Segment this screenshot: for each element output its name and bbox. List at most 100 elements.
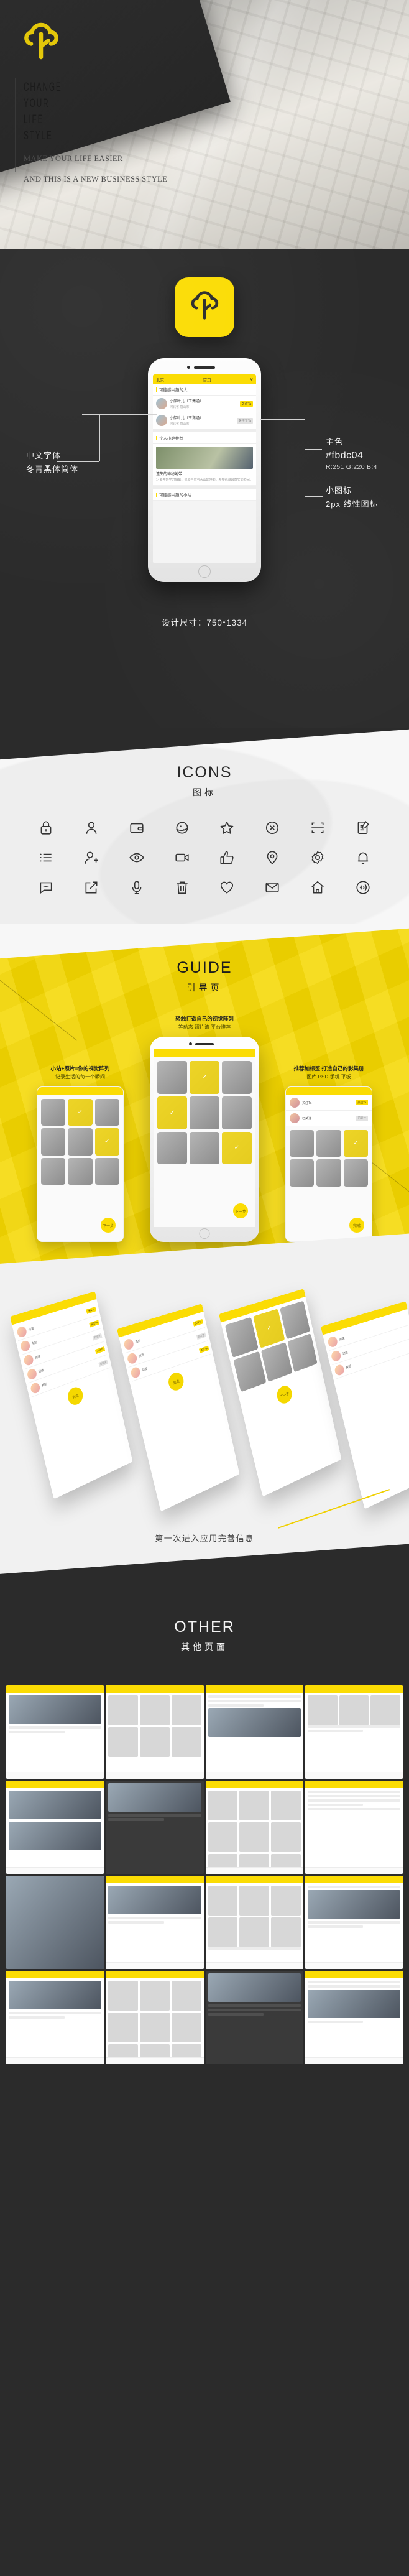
tile[interactable]	[171, 1695, 201, 1725]
tab[interactable]	[379, 1772, 403, 1779]
tile[interactable]	[343, 1159, 368, 1187]
tile[interactable]	[233, 1351, 267, 1392]
follow-button[interactable]: 关注Ta	[89, 1319, 99, 1327]
tile[interactable]	[290, 1130, 315, 1157]
tab[interactable]	[305, 1772, 329, 1779]
tab-bar[interactable]	[305, 1867, 403, 1874]
tab[interactable]	[6, 1868, 30, 1874]
tab[interactable]	[80, 1772, 104, 1779]
mail-icon[interactable]	[250, 879, 295, 896]
app-screen-thumb[interactable]	[6, 1876, 104, 1969]
next-button[interactable]: 下一步	[101, 1218, 116, 1233]
lock-icon[interactable]	[24, 820, 69, 836]
navbar-location[interactable]: 北京	[156, 376, 164, 382]
tile[interactable]	[280, 1300, 311, 1340]
list-icon[interactable]	[24, 850, 69, 866]
tab[interactable]	[230, 1963, 254, 1969]
tab[interactable]	[230, 1868, 254, 1874]
tab[interactable]	[106, 2058, 130, 2064]
app-screen-thumb[interactable]	[106, 1685, 204, 1779]
tab[interactable]	[55, 2058, 80, 2064]
tab[interactable]	[278, 1868, 303, 1874]
person-row[interactable]: 小船叶儿（王潇涵） 河北省 唐山市 关注了Ta	[153, 412, 256, 429]
tile[interactable]	[140, 2012, 170, 2042]
done-button[interactable]: 完成	[66, 1384, 85, 1407]
tile[interactable]	[343, 1130, 369, 1157]
tile[interactable]	[239, 1822, 269, 1852]
heart-icon[interactable]	[204, 879, 250, 896]
next-button[interactable]: 下一步	[275, 1383, 294, 1406]
add-user-icon[interactable]	[69, 850, 114, 866]
tab[interactable]	[179, 1963, 203, 1969]
tile[interactable]	[208, 1917, 238, 1947]
tab[interactable]	[106, 1963, 130, 1969]
person-row[interactable]: 小船叶儿（王潇涵） 河北省 唐山市 关注Ta	[153, 396, 256, 412]
tile[interactable]	[253, 1309, 285, 1348]
tile[interactable]	[171, 1726, 201, 1757]
tile[interactable]	[68, 1157, 93, 1185]
app-screen-thumb[interactable]	[305, 1971, 403, 2064]
tile[interactable]	[287, 1333, 318, 1373]
tile[interactable]	[290, 1159, 315, 1187]
tab[interactable]	[254, 1963, 278, 1969]
microphone-icon[interactable]	[114, 879, 160, 896]
tab-bar[interactable]	[205, 1867, 303, 1874]
tile[interactable]	[316, 1159, 341, 1187]
tile[interactable]	[271, 1791, 301, 1820]
crop-icon[interactable]	[295, 820, 341, 836]
app-screen-thumb[interactable]	[205, 1971, 303, 2064]
done-button[interactable]: 完成	[349, 1218, 364, 1233]
app-screen-thumb[interactable]	[305, 1781, 403, 1874]
tab-bar[interactable]	[106, 2057, 204, 2064]
tab[interactable]	[305, 1963, 329, 1969]
tab[interactable]	[329, 1868, 354, 1874]
tile[interactable]	[108, 1726, 138, 1757]
tab[interactable]	[80, 1868, 104, 1874]
tile[interactable]	[94, 1157, 119, 1185]
tab[interactable]	[55, 1868, 80, 1874]
follow-button[interactable]: 关注Ta	[193, 1318, 203, 1327]
tile[interactable]	[157, 1131, 187, 1165]
tile[interactable]	[239, 1791, 269, 1820]
thumbs-up-icon[interactable]	[204, 850, 250, 866]
tile[interactable]	[208, 1886, 238, 1916]
tab[interactable]	[354, 1868, 378, 1874]
phone-home-button[interactable]	[198, 565, 211, 578]
tab[interactable]	[6, 1772, 30, 1779]
tab[interactable]	[206, 1772, 230, 1779]
tab[interactable]	[55, 1772, 80, 1779]
tab[interactable]	[379, 2058, 403, 2064]
followed-button[interactable]: 已关注	[92, 1333, 103, 1341]
tile[interactable]	[68, 1099, 93, 1126]
app-screen-thumb[interactable]	[106, 1781, 204, 1874]
tab[interactable]	[80, 2058, 104, 2064]
tab[interactable]	[206, 1963, 230, 1969]
tile[interactable]	[239, 1886, 269, 1916]
tab-bar[interactable]	[6, 2057, 104, 2064]
tile[interactable]	[140, 1726, 170, 1757]
tile[interactable]	[68, 1128, 93, 1156]
list-item[interactable]: 关注Ta 关注Ta	[286, 1095, 372, 1111]
tab-bar[interactable]	[6, 1867, 104, 1874]
app-screen-thumb[interactable]	[106, 1971, 204, 2064]
tile[interactable]	[108, 1695, 138, 1725]
app-screen-thumb[interactable]	[205, 1876, 303, 1969]
tab[interactable]	[354, 1963, 378, 1969]
tile[interactable]	[171, 2012, 201, 2042]
done-button[interactable]: 完成	[167, 1370, 186, 1393]
tile[interactable]	[370, 1695, 400, 1725]
tab[interactable]	[254, 1772, 278, 1779]
app-screen-thumb[interactable]	[6, 1685, 104, 1779]
home-icon[interactable]	[295, 879, 341, 896]
tile[interactable]	[222, 1061, 252, 1094]
tab[interactable]	[155, 1963, 179, 1969]
video-camera-icon[interactable]	[159, 850, 204, 866]
tab[interactable]	[379, 1868, 403, 1874]
tab[interactable]	[354, 2058, 378, 2064]
close-circle-icon[interactable]	[250, 820, 295, 836]
tile[interactable]	[271, 1886, 301, 1916]
tab[interactable]	[155, 1772, 179, 1779]
tile[interactable]	[157, 1061, 187, 1094]
tab[interactable]	[305, 1868, 329, 1874]
list-item[interactable]: 已关注 已关注	[286, 1111, 372, 1126]
